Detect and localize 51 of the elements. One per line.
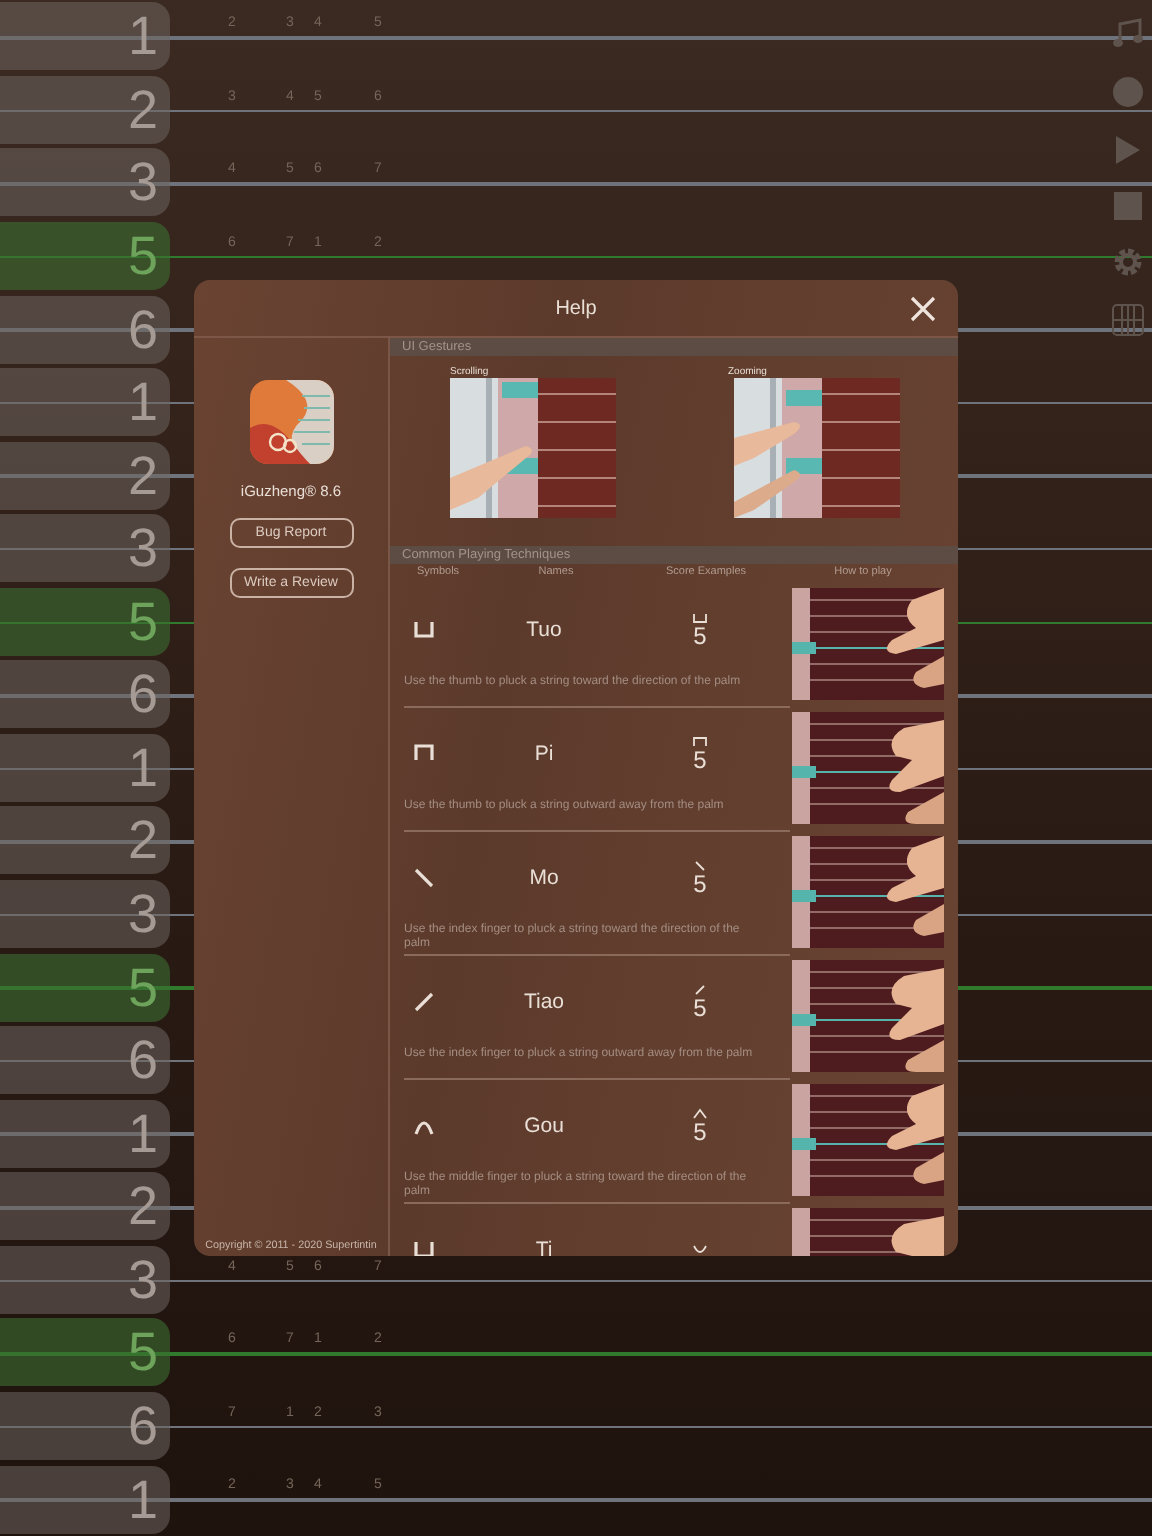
string-key[interactable]: 1 [0, 1465, 170, 1534]
string-key[interactable]: 1 [0, 368, 170, 437]
technique-symbol-icon [412, 742, 436, 766]
string-key[interactable]: 6 [0, 660, 170, 729]
technique-symbol-icon [412, 1238, 436, 1256]
string-key[interactable]: 5 [0, 221, 170, 290]
technique-name: Gou [522, 1114, 566, 1138]
string-key[interactable]: 6 [0, 295, 170, 364]
dialog-title: Help [555, 297, 597, 319]
record-icon[interactable] [1112, 76, 1144, 108]
string-key[interactable]: 2 [0, 806, 170, 875]
score-example: 5 [693, 748, 707, 772]
technique-name: Ti [533, 1238, 555, 1256]
string-key[interactable]: 1 [0, 2, 170, 71]
settings-icon[interactable] [1112, 246, 1144, 278]
technique-symbol-icon [412, 618, 436, 642]
string-key[interactable]: 5 [0, 1318, 170, 1387]
technique-name: Tuo [524, 618, 564, 642]
score-mark-icon [692, 860, 708, 872]
score-mark-icon [692, 736, 708, 748]
app-icon [249, 380, 333, 464]
score-mark-icon [692, 612, 708, 624]
string-key[interactable]: 6 [0, 1026, 170, 1095]
technique-name: Mo [527, 866, 561, 890]
score-example: 5 [693, 1120, 707, 1144]
string-key[interactable]: 3 [0, 1245, 170, 1314]
close-icon[interactable] [910, 296, 936, 322]
string-key[interactable]: 3 [0, 880, 170, 949]
score-example: 5 [693, 872, 707, 896]
string-key[interactable]: 3 [0, 514, 170, 583]
score-mark-icon [692, 1244, 708, 1256]
technique-name: Pi [532, 742, 556, 766]
score-mark-icon [692, 1108, 708, 1120]
score-mark-icon [692, 984, 708, 996]
keyboard-icon[interactable] [1112, 304, 1144, 336]
string-key[interactable]: 3 [0, 148, 170, 217]
string-key[interactable]: 5 [0, 587, 170, 656]
string-key[interactable]: 2 [0, 1172, 170, 1241]
technique-symbol-icon [412, 866, 436, 890]
score-example: 5 [693, 996, 707, 1020]
score-example: 5 [693, 624, 707, 648]
string-key[interactable]: 5 [0, 953, 170, 1022]
string-key[interactable]: 2 [0, 441, 170, 510]
string-key[interactable]: 1 [0, 1099, 170, 1168]
string-key[interactable]: 1 [0, 733, 170, 802]
string-key[interactable]: 2 [0, 75, 170, 144]
string-key[interactable]: 6 [0, 1391, 170, 1460]
music-note-icon[interactable] [1112, 18, 1144, 50]
technique-name: Tiao [521, 990, 567, 1014]
play-icon[interactable] [1114, 134, 1142, 166]
technique-symbol-icon [412, 990, 436, 1014]
